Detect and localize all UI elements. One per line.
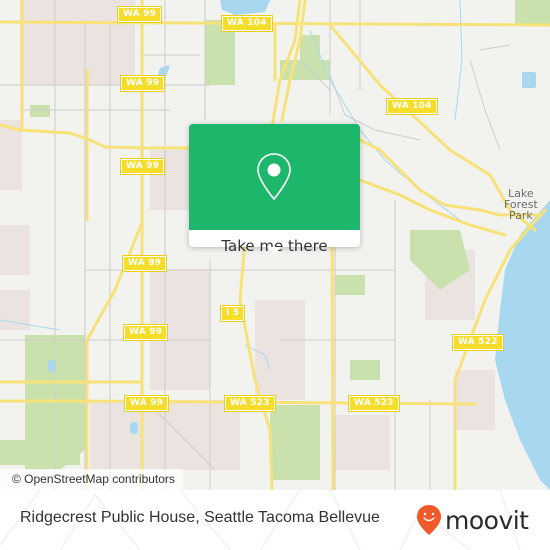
route-shield-wa523: WA 523 xyxy=(348,395,400,412)
map-view[interactable]: WA 99 WA 104 WA 99 WA 104 WA 99 WA 99 I … xyxy=(0,0,550,490)
take-me-there-button[interactable]: Take me there xyxy=(189,230,360,262)
route-shield-wa99: WA 99 xyxy=(119,158,166,175)
place-title: Ridgecrest Public House, Seattle Tacoma … xyxy=(20,509,380,526)
map-attribution[interactable]: © OpenStreetMap contributors xyxy=(0,469,183,490)
route-shield-wa523: WA 523 xyxy=(224,395,276,412)
route-shield-wa522: WA 522 xyxy=(452,334,504,351)
place-label-lake-forest-park: Lake Forest Park xyxy=(504,188,538,221)
moovit-logo[interactable]: moovit xyxy=(416,500,529,540)
place-label-line: Park xyxy=(508,209,533,222)
route-shield-wa99: WA 99 xyxy=(123,395,170,412)
route-shield-wa99: WA 99 xyxy=(122,324,169,341)
popup-pointer xyxy=(267,247,281,255)
route-shield-wa99: WA 99 xyxy=(121,255,168,272)
footer-bar: Ridgecrest Public House, Seattle Tacoma … xyxy=(0,490,550,550)
popup-header xyxy=(189,124,360,230)
route-shield-wa99: WA 99 xyxy=(116,6,163,23)
location-popup: Take me there xyxy=(189,124,360,255)
map-pin-icon xyxy=(257,153,291,201)
route-shield-wa104: WA 104 xyxy=(221,15,273,32)
route-shield-wa99: WA 99 xyxy=(119,75,166,92)
moovit-wordmark: moovit xyxy=(445,505,529,535)
route-shield-i5: I 5 xyxy=(219,305,246,322)
route-shield-wa104: WA 104 xyxy=(386,98,438,115)
moovit-pin-icon xyxy=(417,505,441,535)
